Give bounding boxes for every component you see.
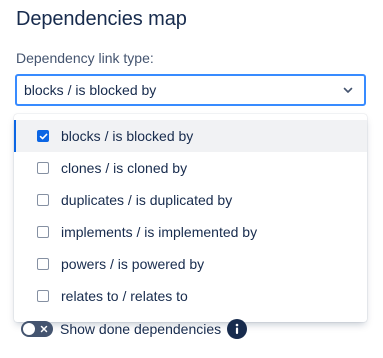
page-title: Dependencies map (16, 8, 187, 30)
option-label: powers / is powered by (61, 256, 205, 272)
toggle-knob (23, 323, 35, 335)
option-label: blocks / is blocked by (61, 128, 194, 144)
show-done-row: Show done dependencies (21, 319, 248, 339)
link-type-dropdown-menu: blocks / is blocked by clones / is clone… (14, 114, 367, 322)
chevron-down-icon (343, 87, 353, 93)
option-label: implements / is implemented by (61, 224, 258, 240)
dependencies-map-panel: Dependencies map Dependency link type: b… (0, 0, 383, 358)
show-done-toggle[interactable] (21, 321, 53, 337)
checkbox-unchecked[interactable] (37, 258, 49, 270)
option-relates[interactable]: relates to / relates to (14, 280, 367, 312)
option-implements[interactable]: implements / is implemented by (14, 216, 367, 248)
option-blocks[interactable]: blocks / is blocked by (14, 120, 367, 152)
link-type-label: Dependency link type: (16, 50, 154, 66)
check-icon (39, 133, 47, 139)
checkbox-unchecked[interactable] (37, 194, 49, 206)
info-glyph (235, 323, 239, 334)
option-label: duplicates / is duplicated by (61, 192, 233, 208)
option-label: relates to / relates to (61, 288, 188, 304)
option-clones[interactable]: clones / is cloned by (14, 152, 367, 184)
checkbox-unchecked[interactable] (37, 162, 49, 174)
link-type-select[interactable]: blocks / is blocked by (15, 74, 366, 106)
option-label: clones / is cloned by (61, 160, 188, 176)
info-icon[interactable] (227, 319, 248, 339)
option-duplicates[interactable]: duplicates / is duplicated by (14, 184, 367, 216)
link-type-selected-value: blocks / is blocked by (24, 82, 157, 98)
checkbox-unchecked[interactable] (37, 226, 49, 238)
cross-icon (40, 325, 48, 333)
checkbox-unchecked[interactable] (37, 290, 49, 302)
checkbox-checked[interactable] (37, 130, 49, 142)
show-done-label: Show done dependencies (60, 321, 222, 337)
option-powers[interactable]: powers / is powered by (14, 248, 367, 280)
